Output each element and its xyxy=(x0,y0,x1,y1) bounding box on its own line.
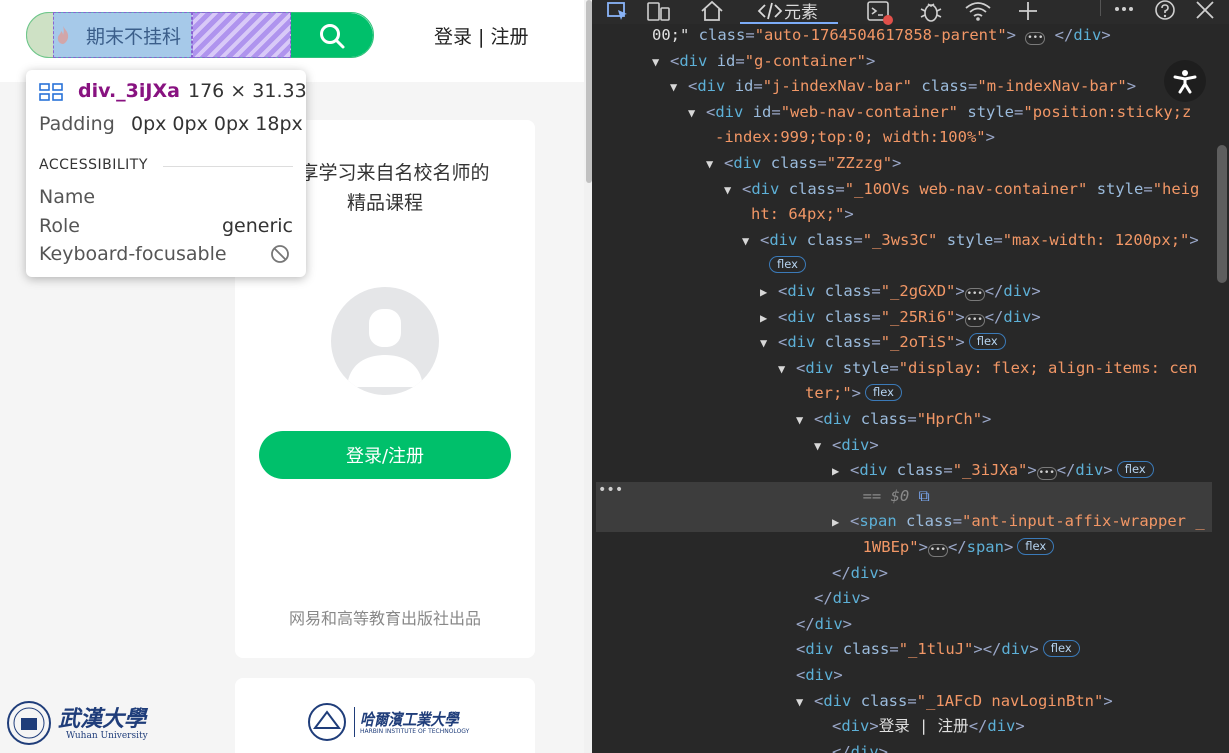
dom-tree-line[interactable]: ▼ <div class="HprCh"> xyxy=(796,407,991,434)
dom-tree-line[interactable]: -index:999;top:0; width:100%"> xyxy=(697,125,995,151)
inspect-icon[interactable] xyxy=(606,0,630,22)
expand-toggle[interactable]: ▼ xyxy=(760,331,778,357)
tooltip-padding-value: 0px 0px 0px 18px xyxy=(131,113,303,135)
partner-whu-cn: 武漢大學 xyxy=(58,706,147,732)
expand-toggle[interactable]: ▼ xyxy=(796,408,814,434)
expand-toggle[interactable]: ▼ xyxy=(670,75,688,101)
avatar xyxy=(331,287,439,395)
inspect-highlight-padding xyxy=(192,12,291,58)
dom-tree-line[interactable]: == $0 ⧉ xyxy=(845,484,930,510)
card-footer-text: 网易和高等教育出版社出品 xyxy=(288,609,481,628)
whu-seal-icon xyxy=(7,701,51,745)
dom-tree-line[interactable]: </div> xyxy=(814,561,888,587)
help-icon[interactable] xyxy=(1152,0,1178,22)
elements-tree: ••• 00;" class="auto-1764504617858-paren… xyxy=(592,24,1212,753)
expand-toggle[interactable]: ▼ xyxy=(796,690,814,716)
dom-tree-line[interactable]: <div> xyxy=(778,663,843,689)
hit-seal-icon xyxy=(308,703,346,741)
expand-toggle[interactable]: ▼ xyxy=(688,101,706,127)
accessibility-icon xyxy=(1173,70,1197,94)
tooltip-accessibility-heading: ACCESSIBILITY xyxy=(39,157,148,173)
tooltip-role-label: Role xyxy=(39,215,80,237)
expand-toggle[interactable]: ▼ xyxy=(814,434,832,460)
partner-whu-en: Wuhan University xyxy=(66,731,148,741)
dom-tree-line[interactable]: ▼ <div id="g-container"> xyxy=(652,49,875,76)
dom-tree-line[interactable]: ▶ <div class="_25Ri6"> ••• </div> xyxy=(760,305,1041,332)
devtools-panel: 元素 ••• 00;" class="auto-1764504617858-pa… xyxy=(592,0,1229,753)
dom-tree-line[interactable]: </div> xyxy=(796,586,870,612)
search-input[interactable]: 期末不挂科 xyxy=(86,22,181,49)
tooltip-role-value: generic xyxy=(221,215,293,237)
dom-tree-line[interactable]: ▼ <div id="web-nav-container" style="posi… xyxy=(688,100,1191,127)
dom-tree-line[interactable]: </div> xyxy=(778,612,852,638)
expand-toggle[interactable]: ▶ xyxy=(760,306,778,332)
avatar-placeholder-icon xyxy=(347,309,423,387)
device-toolbar-icon[interactable] xyxy=(646,0,672,22)
dom-tree-line[interactable]: ▼ <div style="display: flex; align-items:… xyxy=(778,356,1197,383)
inspect-tooltip: div._3iJXa 176 × 31.33 Padding 0px 0px 0… xyxy=(26,70,307,277)
expand-toggle[interactable]: ▼ xyxy=(778,357,796,383)
dom-tree-line[interactable]: 1WBEp"> ••• </span> flex xyxy=(845,535,1055,561)
dom-tree-line[interactable]: ▼ <div class="_2oTiS"> flex xyxy=(760,330,1006,357)
close-icon[interactable] xyxy=(1193,0,1217,22)
expand-toggle[interactable]: ▼ xyxy=(724,178,742,204)
expand-toggle[interactable]: ▶ xyxy=(832,459,850,485)
dom-tree-line[interactable]: <div>登录 | 注册</div> xyxy=(814,714,1025,740)
login-register-link[interactable]: 登录 | 注册 xyxy=(434,22,528,49)
partner-hit-en: HARBIN INSTITUTE OF TECHNOLOGY xyxy=(360,728,470,735)
dom-tree-line[interactable]: ▼ <div class="_1AFcD navLoginBtn"> xyxy=(796,689,1113,716)
toolbar-divider xyxy=(1100,0,1101,16)
partner-hit-cn: 哈爾濱工業大學 xyxy=(360,710,459,729)
dom-tree-line[interactable]: ▼ <div id="j-indexNav-bar" class="m-index… xyxy=(670,74,1136,101)
elements-tab-icon[interactable] xyxy=(756,0,784,22)
expand-toggle[interactable]: ▼ xyxy=(742,229,760,255)
devtools-toolbar: 元素 xyxy=(592,0,1229,26)
devtools-scrollbar[interactable] xyxy=(1217,145,1227,283)
dom-tree-line[interactable]: ▼ <div> xyxy=(814,433,879,460)
tooltip-padding-label: Padding xyxy=(39,113,115,135)
node-actions-dots[interactable]: ••• xyxy=(598,482,623,498)
flex-layout-icon xyxy=(39,83,63,101)
search-icon xyxy=(320,24,345,49)
dom-tree-line[interactable]: ▼ <div class="_10OVs web-nav-container" s… xyxy=(724,177,1199,204)
expand-toggle[interactable]: ▶ xyxy=(760,280,778,306)
expand-toggle[interactable]: ▼ xyxy=(652,50,670,76)
home-icon[interactable] xyxy=(699,0,725,22)
partner-logos: 武漢大學 Wuhan University 哈爾濱工業大學 HARBIN INS… xyxy=(0,678,535,753)
dom-tree-line[interactable]: ▼ <div class="ZZzzg"> xyxy=(706,151,901,178)
expand-toggle[interactable]: ▼ xyxy=(706,152,724,178)
dom-tree-line[interactable]: ▶ <div class="_3iJXa"> ••• </div> flex xyxy=(832,458,1154,485)
webpage-viewport: 期末不挂科 登录 | 注册 畅享学习来自名校名师的 精品课程 登录/注册 网易和… xyxy=(0,0,584,753)
dom-tree-line[interactable]: ▶ <span class="ant-input-affix-wrapper _ xyxy=(832,509,1205,536)
tooltip-divider xyxy=(163,166,293,167)
dom-tree-line[interactable]: </div> xyxy=(814,740,888,753)
more-icon[interactable] xyxy=(1112,0,1136,22)
debug-icon[interactable] xyxy=(918,0,944,24)
tab-elements[interactable]: 元素 xyxy=(784,0,818,23)
login-register-button[interactable]: 登录/注册 xyxy=(259,431,511,479)
not-focusable-icon xyxy=(271,245,289,263)
dom-tree-line[interactable]: flex xyxy=(751,253,806,279)
dom-tree-line[interactable]: <div class="_1tluJ"></div> flex xyxy=(778,637,1080,663)
dom-tree-line[interactable]: ht: 64px;"> xyxy=(733,202,854,228)
search-button[interactable] xyxy=(291,13,373,57)
tooltip-class-name: div._3iJXa xyxy=(78,80,180,102)
partner-whu[interactable]: 武漢大學 Wuhan University xyxy=(6,700,148,746)
dom-tree-line[interactable]: ▼ <div class="_3ws3C" style="max-width: 1… xyxy=(742,228,1199,255)
network-icon[interactable] xyxy=(964,0,992,22)
partner-hit[interactable]: 哈爾濱工業大學 HARBIN INSTITUTE OF TECHNOLOGY xyxy=(305,702,474,742)
accessibility-floating-button[interactable] xyxy=(1164,60,1206,102)
tooltip-name-label: Name xyxy=(39,186,96,208)
add-tab-icon[interactable] xyxy=(1016,0,1040,22)
expand-toggle[interactable]: ▶ xyxy=(832,510,850,536)
fire-icon xyxy=(57,26,69,44)
tooltip-dimensions: 176 × 31.33 xyxy=(188,80,307,102)
tooltip-keyboard-label: Keyboard-focusable xyxy=(39,243,227,265)
dom-tree-line[interactable]: ▶ <div class="_2gGXD"> ••• </div> xyxy=(760,279,1041,306)
dom-tree-line[interactable]: ter;"> flex xyxy=(787,381,902,407)
console-icon[interactable] xyxy=(866,0,896,26)
dom-tree-line[interactable]: 00;" class="auto-1764504617858-parent"> … xyxy=(634,24,1111,49)
